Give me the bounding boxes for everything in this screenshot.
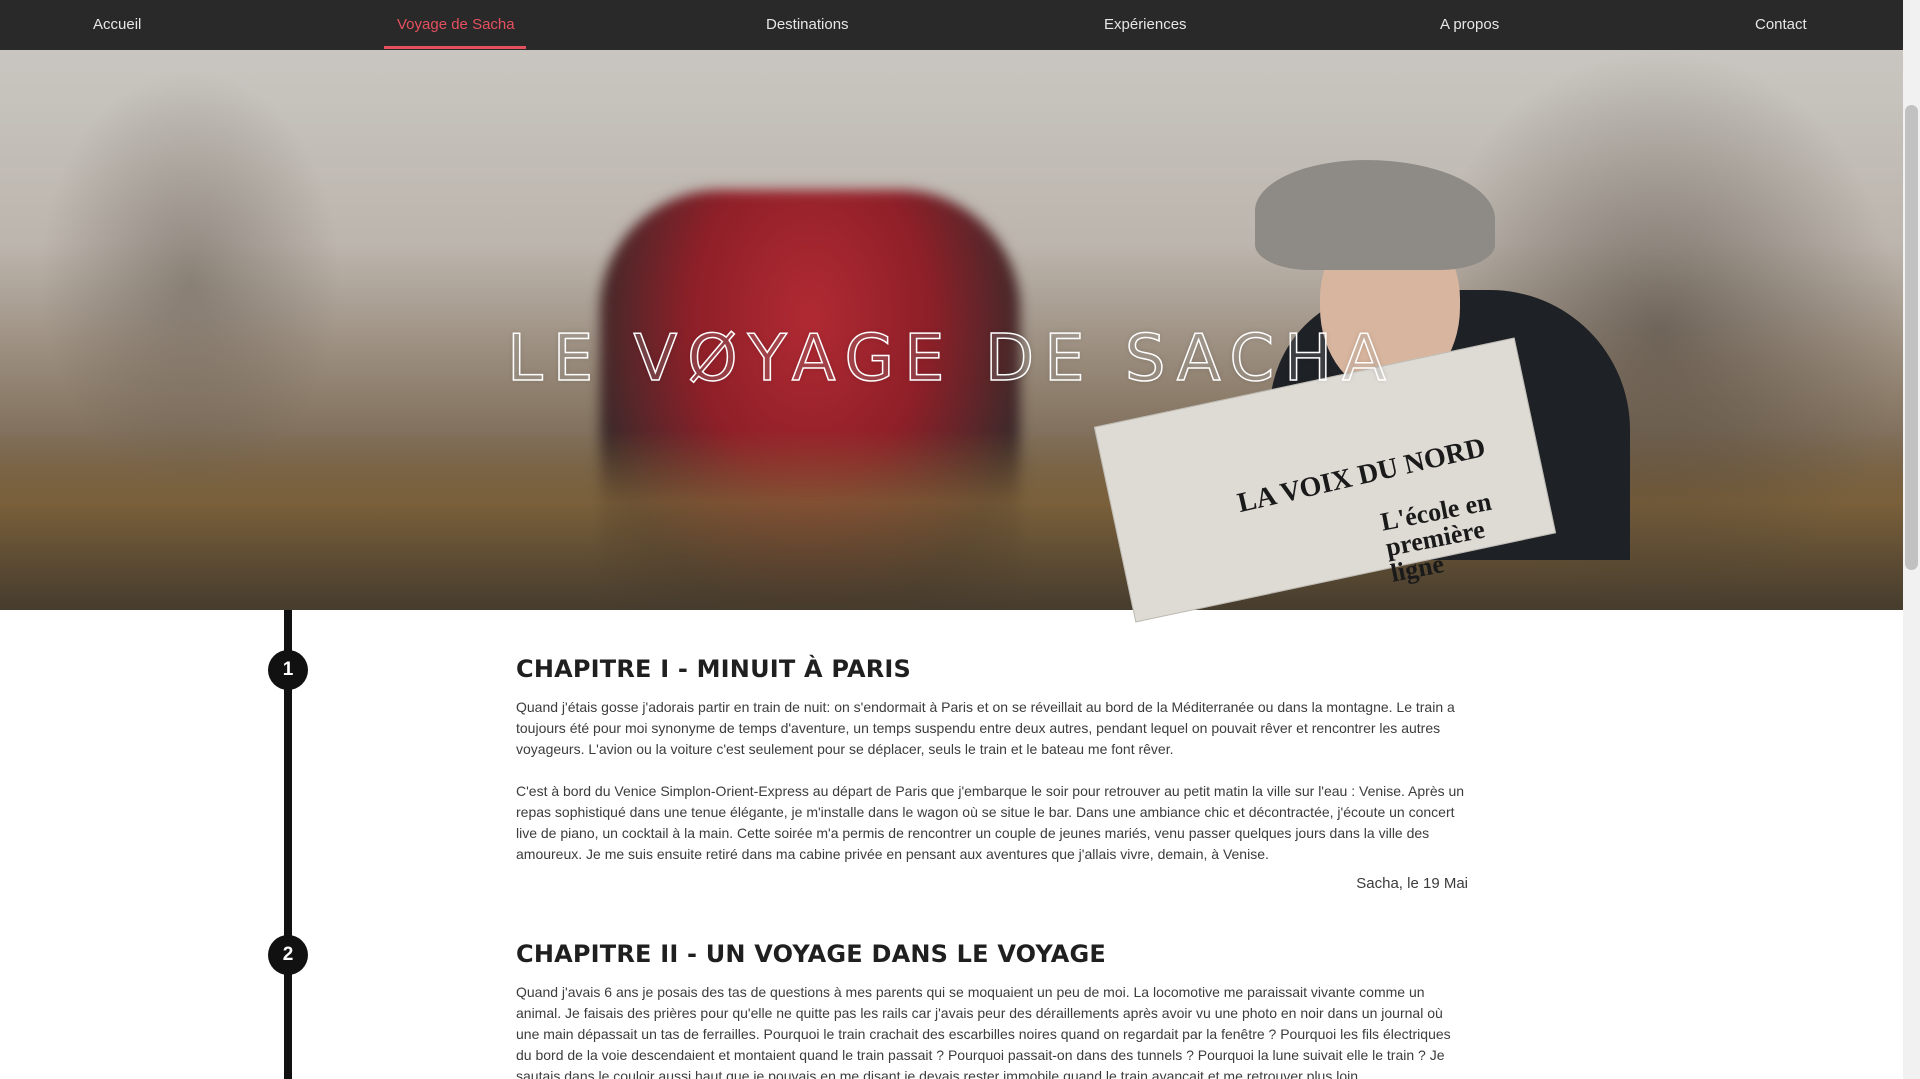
- nav-item-accueil[interactable]: Accueil: [93, 0, 141, 50]
- chapter-paragraph: C'est à bord du Venice Simplon-Orient-Ex…: [516, 783, 1465, 862]
- chapter-1: CHAPITRE I - MINUIT À PARIS Quand j'étai…: [516, 655, 1468, 892]
- hero-title: LE VØYAGE DE SACHA: [506, 321, 1396, 397]
- timeline-marker-2: 2: [268, 935, 308, 975]
- top-navbar: Accueil Voyage de Sacha Destinations Exp…: [0, 0, 1903, 50]
- nav-item-destinations[interactable]: Destinations: [766, 0, 849, 50]
- nav-item-experiences[interactable]: Expériences: [1104, 0, 1187, 50]
- active-nav-underline: [384, 46, 526, 49]
- chapter-paragraph: Quand j'avais 6 ans je posais des tas de…: [516, 984, 1451, 1079]
- chapter-paragraph: Quand j'étais gosse j'adorais partir en …: [516, 699, 1455, 757]
- hero-background-blur: [40, 70, 340, 490]
- page-scrollbar[interactable]: [1903, 0, 1920, 1079]
- chapter-signature: Sacha, le 19 Mai: [1356, 875, 1468, 892]
- chapter-title: CHAPITRE I - MINUIT À PARIS: [516, 655, 912, 683]
- chapter-title: CHAPITRE II - UN VOYAGE DANS LE VOYAGE: [516, 940, 1106, 968]
- nav-item-a-propos[interactable]: A propos: [1440, 0, 1499, 50]
- nav-item-voyage-de-sacha[interactable]: Voyage de Sacha: [397, 0, 515, 50]
- timeline-marker-1: 1: [268, 650, 308, 690]
- nav-item-contact[interactable]: Contact: [1755, 0, 1807, 50]
- scrollbar-thumb[interactable]: [1905, 105, 1918, 570]
- chapter-2: CHAPITRE II - UN VOYAGE DANS LE VOYAGE Q…: [516, 940, 1468, 1079]
